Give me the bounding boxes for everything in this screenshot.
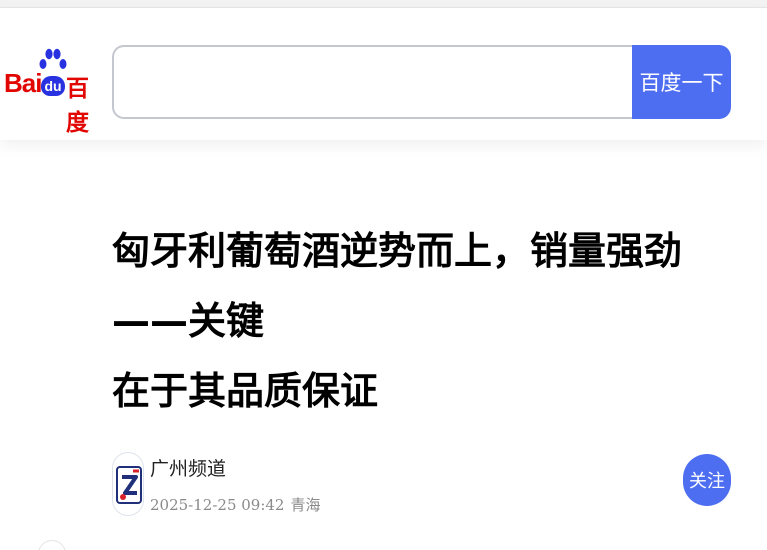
publish-location: 青海 (290, 496, 321, 514)
article-title-line1: 匈牙利葡萄酒逆势而上，销量强劲——关键 (112, 229, 683, 343)
search-box: 百度一下 (112, 45, 731, 119)
header-bar: Bai du 百度 百度一下 (0, 8, 767, 140)
article-meta: 2025-12-25 09:42 青海 (150, 494, 321, 515)
author-avatar[interactable] (112, 452, 144, 516)
publish-date: 2025-12-25 09:42 (150, 496, 285, 514)
article-title-line2: 在于其品质保证 (112, 369, 379, 413)
logo-text-bai: Bai (4, 68, 42, 98)
search-button[interactable]: 百度一下 (632, 45, 731, 119)
logo-text-baidu-cn: 百度 (66, 76, 89, 136)
author-name[interactable]: 广州频道 (150, 454, 226, 481)
logo-text-du: du (41, 76, 65, 96)
top-divider (0, 0, 767, 8)
baidu-logo[interactable]: Bai du 百度 (4, 42, 98, 136)
author-section: 广州频道 2025-12-25 09:42 青海 关注 (112, 448, 732, 518)
follow-button[interactable]: 关注 (683, 454, 731, 506)
search-input[interactable] (112, 45, 642, 119)
circle-button[interactable] (38, 540, 66, 550)
article-title: 匈牙利葡萄酒逆势而上，销量强劲——关键 在于其品质保证 (112, 216, 742, 426)
gz-channel-logo-icon (116, 466, 142, 504)
